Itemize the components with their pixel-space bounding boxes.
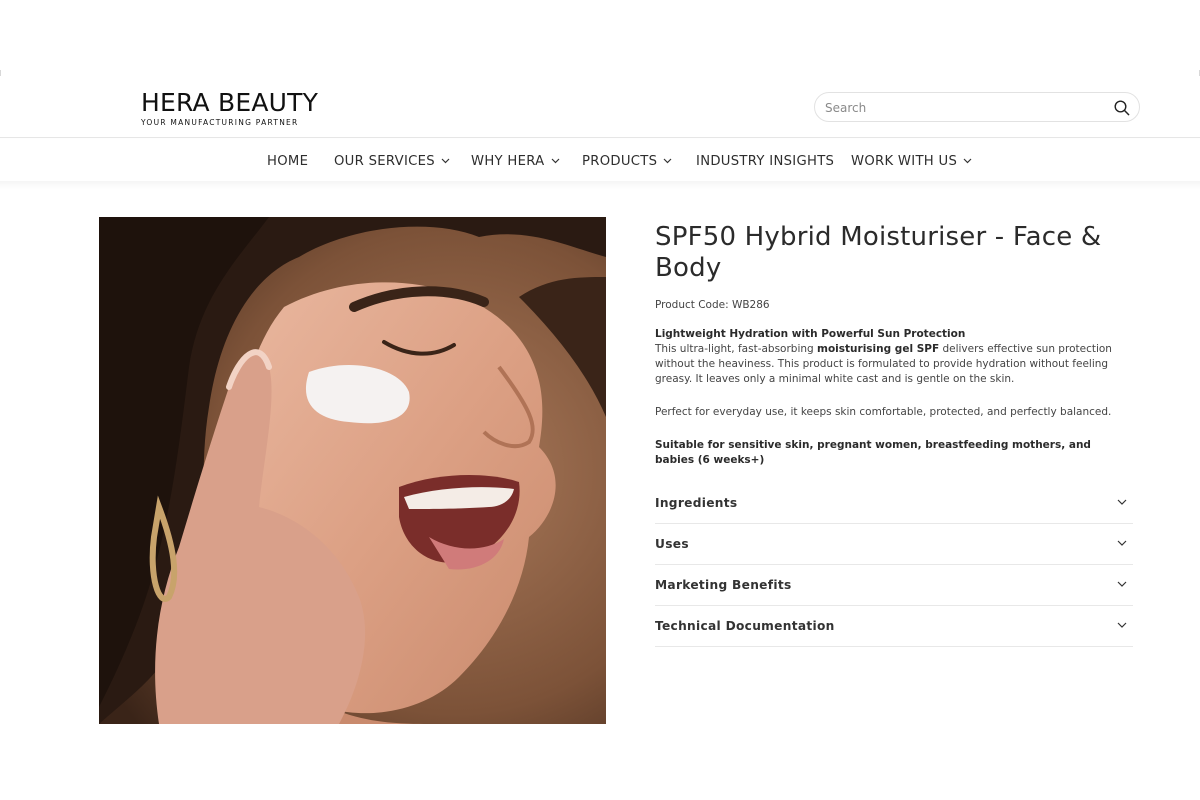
nav-item-work-with-us[interactable]: WORK WITH US (851, 151, 972, 171)
product-accordion: Ingredients Uses Marketing Benefits Tech… (655, 483, 1133, 647)
chevron-down-icon (663, 158, 672, 164)
brand-logo[interactable]: HERA BEAUTY YOUR MANUFACTURING PARTNER (141, 89, 318, 128)
search-input[interactable] (825, 98, 1095, 118)
description-headline: Lightweight Hydration with Powerful Sun … (655, 328, 966, 340)
site-header: HERA BEAUTY YOUR MANUFACTURING PARTNER (0, 72, 1200, 138)
chevron-down-icon (1117, 499, 1127, 505)
chevron-down-icon (1117, 581, 1127, 587)
chevron-down-icon (551, 158, 559, 164)
nav-item-home[interactable]: HOME (267, 151, 308, 171)
chevron-down-icon (1117, 540, 1127, 546)
nav-item-products[interactable]: PRODUCTS (582, 151, 672, 171)
nav-item-industry-insights[interactable]: INDUSTRY INSIGHTS (696, 151, 834, 171)
nav-item-our-services[interactable]: OUR SERVICES (334, 151, 450, 171)
brand-name: HERA BEAUTY (141, 88, 319, 117)
description-body: This ultra-light, fast-absorbing moistur… (655, 343, 1112, 385)
product-code: Product Code: WB286 (655, 299, 770, 311)
chevron-down-icon (441, 158, 450, 164)
chevron-down-icon (1117, 622, 1127, 628)
accordion-ingredients[interactable]: Ingredients (655, 483, 1133, 524)
nav-shadow (0, 181, 1200, 189)
product-suitability: Suitable for sensitive skin, pregnant wo… (655, 439, 1091, 466)
product-description: Lightweight Hydration with Powerful Sun … (655, 327, 1133, 387)
main-nav: HOME OUR SERVICES WHY HERA PRODUCTS INDU… (0, 139, 1200, 181)
search-icon[interactable] (1113, 99, 1131, 117)
accordion-marketing-benefits[interactable]: Marketing Benefits (655, 565, 1133, 606)
accordion-label: Uses (655, 537, 689, 551)
nav-item-label: PRODUCTS (582, 153, 658, 169)
nav-item-label: HOME (267, 153, 309, 169)
product-everyday-use: Perfect for everyday use, it keeps skin … (655, 406, 1112, 418)
product-photo-illustration (99, 217, 606, 724)
nav-item-why-hera[interactable]: WHY HERA (471, 151, 560, 171)
nav-item-label: INDUSTRY INSIGHTS (696, 153, 835, 169)
accordion-uses[interactable]: Uses (655, 524, 1133, 565)
search-box (814, 92, 1140, 122)
chevron-down-icon (963, 158, 972, 164)
accordion-label: Marketing Benefits (655, 578, 792, 592)
nav-item-label: WHY HERA (471, 153, 545, 169)
nav-item-label: WORK WITH US (851, 153, 958, 169)
product-image[interactable] (99, 217, 606, 724)
accordion-label: Technical Documentation (655, 619, 835, 633)
nav-item-label: OUR SERVICES (334, 153, 435, 169)
product-title: SPF50 Hybrid Moisturiser - Face & Body (655, 222, 1102, 283)
accordion-label: Ingredients (655, 496, 738, 510)
product-info: SPF50 Hybrid Moisturiser - Face & Body P… (655, 222, 1133, 647)
brand-tagline: YOUR MANUFACTURING PARTNER (141, 118, 299, 127)
accordion-technical-documentation[interactable]: Technical Documentation (655, 606, 1133, 647)
